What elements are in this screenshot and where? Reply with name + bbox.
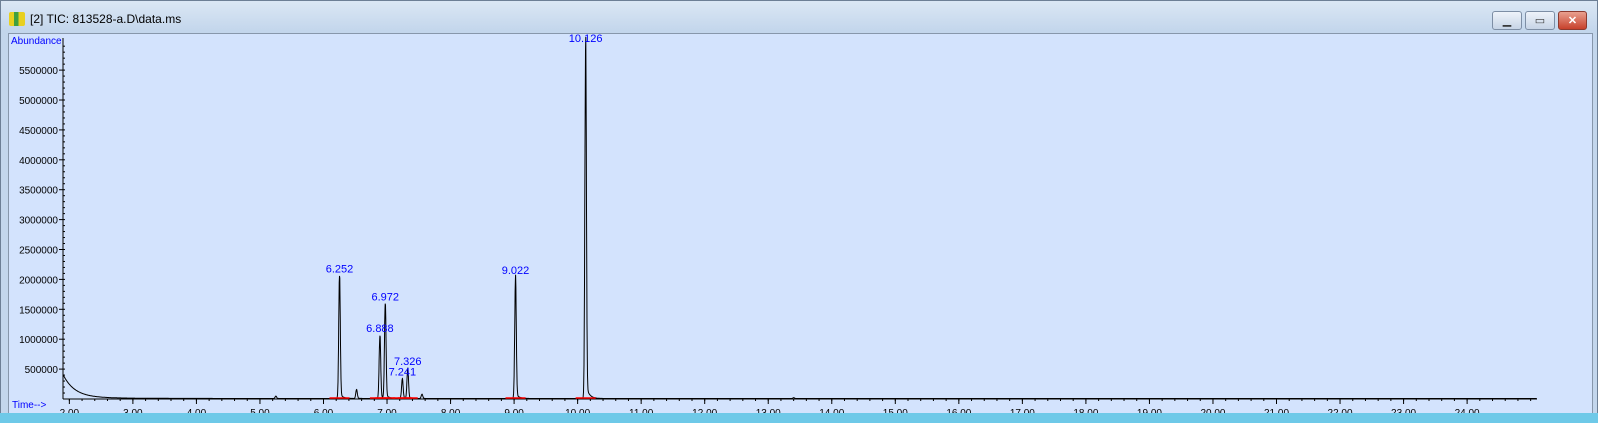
y-tick-label: 5500000 xyxy=(19,66,58,77)
window-title: [2] TIC: 813528-a.D\data.ms xyxy=(30,12,182,26)
maximize-button[interactable]: ▭ xyxy=(1525,11,1555,30)
y-tick-label: 3500000 xyxy=(19,186,58,197)
y-tick-label: 4000000 xyxy=(19,156,58,167)
chromatogram-icon xyxy=(9,12,25,26)
close-icon: ✕ xyxy=(1567,15,1578,27)
y-tick-label: 1000000 xyxy=(19,335,58,346)
status-strip xyxy=(0,413,1598,423)
peak-label: 6.252 xyxy=(326,263,354,275)
tic-trace xyxy=(62,36,1537,399)
x-axis-label: Time--> xyxy=(12,400,47,411)
y-tick-label: 1500000 xyxy=(19,305,58,316)
close-button[interactable]: ✕ xyxy=(1558,11,1587,30)
y-tick-label: 500000 xyxy=(25,365,59,376)
chart-area[interactable]: Abundance Time--> 500000 1000000 1500000 2000… xyxy=(8,33,1593,415)
peak-label: 7.326 xyxy=(394,356,422,368)
y-tick-label: 3000000 xyxy=(19,216,58,227)
y-tick-label: 2500000 xyxy=(19,246,58,257)
peak-label: 10.126 xyxy=(569,34,603,45)
peak-label: 6.888 xyxy=(366,323,394,335)
peak-label: 6.972 xyxy=(371,292,399,304)
title-bar: [2] TIC: 813528-a.D\data.ms xyxy=(9,9,181,29)
chromatogram-chart: Abundance Time--> 500000 1000000 1500000 2000… xyxy=(11,34,1537,414)
y-tick-label: 5000000 xyxy=(19,96,58,107)
y-tick-label: 4500000 xyxy=(19,126,58,137)
peak-label: 9.022 xyxy=(502,265,530,277)
chromatogram-window: [2] TIC: 813528-a.D\data.ms ▁ ▭ ✕ Abunda… xyxy=(0,0,1598,423)
y-axis-label: Abundance xyxy=(11,36,62,47)
y-tick-label: 2000000 xyxy=(19,275,58,286)
minimize-button[interactable]: ▁ xyxy=(1492,11,1522,30)
minimize-icon: ▁ xyxy=(1502,15,1512,27)
maximize-icon: ▭ xyxy=(1534,15,1546,27)
